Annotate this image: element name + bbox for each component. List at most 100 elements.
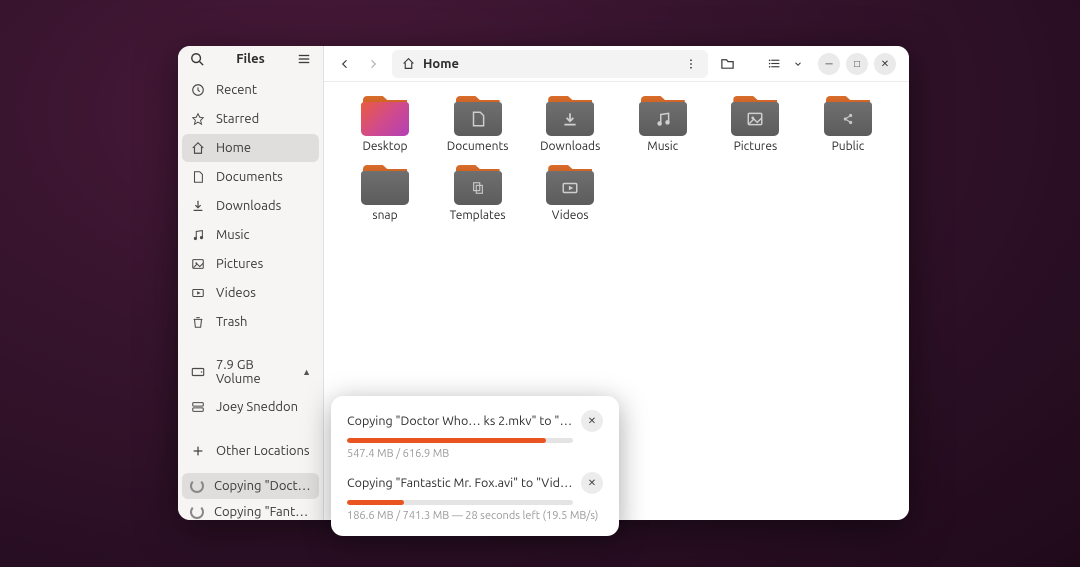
list-view-icon [762,57,786,70]
sidebar-menu-button[interactable] [291,46,317,72]
doc-icon [190,169,206,185]
sidebar-operations: Copying "Doctor … Copying "Fantastic… [178,469,323,529]
server-icon [190,399,206,415]
folder-desktop[interactable]: Desktop [344,96,426,153]
operation-row: Copying "Fantastic Mr. Fox.avi" to "Vide… [347,472,603,522]
sidebar-item-label: Music [216,228,250,242]
sidebar-operation-item[interactable]: Copying "Doctor … [182,473,319,499]
sidebar-item-user[interactable]: Joey Sneddon [182,393,319,421]
sidebar-item-videos[interactable]: Videos [182,279,319,307]
breadcrumb: Home [423,57,459,71]
operations-popover: Copying "Doctor Who… ks 2.mkv" to "Video… [331,396,619,536]
folder-label: Music [647,140,678,153]
folder-label: Pictures [734,140,778,153]
sidebar-item-label: Other Locations [216,444,310,458]
view-switcher[interactable] [762,51,810,77]
sidebar-item-label: Recent [216,83,257,97]
sidebar-item-downloads[interactable]: Downloads [182,192,319,220]
sidebar-item-recent[interactable]: Recent [182,76,319,104]
folder-icon [731,96,779,136]
pathbar[interactable]: Home [392,50,708,78]
operation-label: Copying "Fantastic… [214,505,311,519]
sidebar-item-label: Trash [216,315,247,329]
maximize-button[interactable]: □ [846,53,868,75]
image-icon [190,256,206,272]
sidebar-item-label: Pictures [216,257,263,271]
chevron-down-icon [786,59,810,69]
nav-forward-button[interactable] [360,51,386,77]
sidebar-item-label: Starred [216,112,259,126]
maximize-icon: □ [854,58,860,70]
folder-pictures[interactable]: Pictures [714,96,796,153]
clock-icon [190,82,206,98]
sidebar-item-volume[interactable]: 7.9 GB Volume ▲ [182,352,319,392]
close-icon: ✕ [588,477,596,489]
operation-title: Copying "Fantastic Mr. Fox.avi" to "Vide… [347,476,573,490]
music-icon [190,227,206,243]
chevron-left-icon [339,58,351,70]
folder-grid: Desktop Documents Downloads Music Pictures Pu… [344,96,889,222]
sidebar-item-starred[interactable]: Starred [182,105,319,133]
sidebar-operation-item[interactable]: Copying "Fantastic… [182,499,319,525]
sidebar-nav: Recent Starred Home Documents Downloads Music… [178,72,323,340]
nav-back-button[interactable] [332,51,358,77]
sidebar-item-label: Videos [216,286,256,300]
folder-label: Documents [447,140,509,153]
path-menu-button[interactable] [678,51,704,77]
video-icon [190,285,206,301]
minimize-button[interactable]: ─ [818,53,840,75]
plus-icon [190,443,206,459]
search-button[interactable] [184,46,210,72]
sidebar-header: Files [178,46,323,72]
folder-label: Public [832,140,865,153]
folder-icon [824,96,872,136]
trash-icon [190,314,206,330]
folder-icon [454,165,502,205]
new-tab-button[interactable] [714,51,740,77]
sidebar-other: Other Locations [178,433,323,469]
sidebar-item-music[interactable]: Music [182,221,319,249]
sidebar-item-trash[interactable]: Trash [182,308,319,336]
operation-subtext: 547.4 MB / 616.9 MB [347,448,603,460]
folder-plus-icon [720,56,735,71]
close-icon: ✕ [881,58,889,70]
app-title: Files [216,52,285,66]
folder-snap[interactable]: snap [344,165,426,222]
folder-documents[interactable]: Documents [437,96,519,153]
close-button[interactable]: ✕ [874,53,896,75]
chevron-right-icon [367,58,379,70]
kebab-icon [685,58,697,70]
progress-bar [347,438,573,443]
files-window: Files Recent Starred Home Documents Download… [178,46,909,520]
search-icon [190,52,204,66]
sidebar-item-other[interactable]: Other Locations [182,437,319,465]
cancel-operation-button[interactable]: ✕ [581,410,603,432]
sidebar-item-pictures[interactable]: Pictures [182,250,319,278]
sidebar: Files Recent Starred Home Documents Download… [178,46,324,520]
spinner-icon [190,505,204,519]
operation-row: Copying "Doctor Who… ks 2.mkv" to "Video… [347,410,603,460]
operation-title: Copying "Doctor Who… ks 2.mkv" to "Video… [347,414,573,428]
sidebar-item-label: Home [216,141,251,155]
folder-icon [546,165,594,205]
toolbar: Home ─ □ ✕ [324,46,909,82]
folder-music[interactable]: Music [622,96,704,153]
folder-videos[interactable]: Videos [529,165,611,222]
folder-public[interactable]: Public [807,96,889,153]
folder-icon [639,96,687,136]
sidebar-item-home[interactable]: Home [182,134,319,162]
sidebar-item-label: Downloads [216,199,281,213]
folder-icon [361,165,409,205]
star-icon [190,111,206,127]
sidebar-item-documents[interactable]: Documents [182,163,319,191]
eject-icon[interactable]: ▲ [302,367,311,377]
download-icon [190,198,206,214]
home-icon [190,140,206,156]
cancel-operation-button[interactable]: ✕ [581,472,603,494]
folder-label: Desktop [362,140,407,153]
folder-label: Templates [450,209,506,222]
folder-templates[interactable]: Templates [437,165,519,222]
folder-icon [361,96,409,136]
folder-icon [546,96,594,136]
folder-downloads[interactable]: Downloads [529,96,611,153]
